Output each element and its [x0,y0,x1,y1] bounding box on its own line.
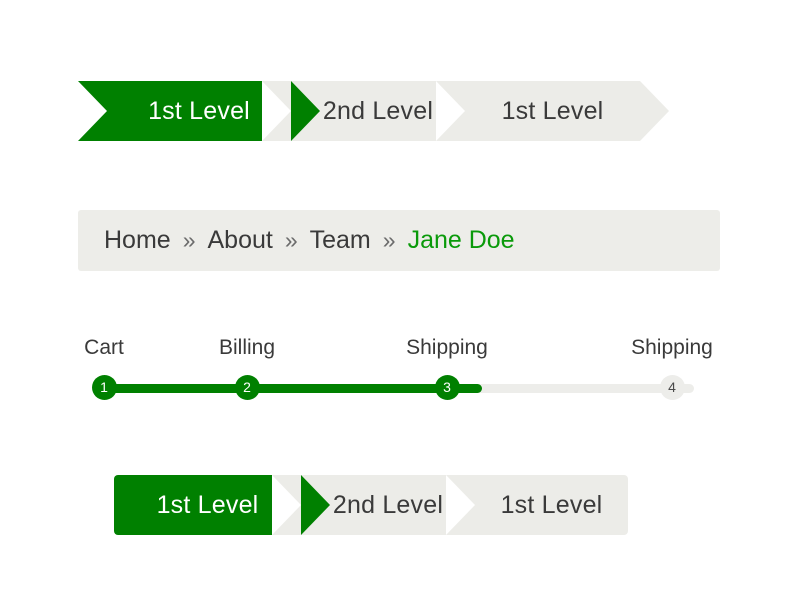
arrow-step-top-3-label: 1st Level [502,97,604,126]
breadcrumb-item-about[interactable]: About [207,226,272,255]
breadcrumb: Home » About » Team » Jane Doe [78,210,720,271]
breadcrumb-item-current: Jane Doe [408,226,515,255]
stepper-step-4-number: 4 [660,375,685,400]
breadcrumb-separator-icon: » [383,227,396,254]
stepper-step-2-number: 2 [235,375,260,400]
arrow-breadcrumb-top: 1st Level 2nd Level 1st Level [78,81,640,141]
arrow-step-bottom-1-label: 1st Level [157,491,259,520]
arrow-step-top-2-label: 2nd Level [323,97,433,126]
progress-stepper: Cart 1 Billing 2 Shipping 3 Shipping 4 [78,336,720,412]
arrow-step-top-1-label: 1st Level [148,97,250,126]
stepper-step-4-label: Shipping [612,336,732,360]
breadcrumb-separator-icon: » [285,227,298,254]
breadcrumb-item-team[interactable]: Team [310,226,371,255]
arrow-breadcrumb-bottom: 1st Level 2nd Level 1st Level [114,475,628,535]
stepper-step-1-label: Cart [44,336,164,360]
stepper-step-3[interactable]: Shipping 3 [387,336,507,400]
stepper-step-2-label: Billing [187,336,307,360]
stepper-step-1-number: 1 [92,375,117,400]
stepper-step-2[interactable]: Billing 2 [187,336,307,400]
stepper-step-3-number: 3 [435,375,460,400]
arrow-step-bottom-2-label: 2nd Level [333,491,443,520]
breadcrumb-item-home[interactable]: Home [104,226,171,255]
stepper-step-4[interactable]: Shipping 4 [612,336,732,400]
arrow-step-top-1[interactable]: 1st Level [78,81,291,141]
breadcrumb-separator-icon: » [183,227,196,254]
arrow-step-bottom-3[interactable]: 1st Level [446,475,628,535]
stepper-step-1[interactable]: Cart 1 [44,336,164,400]
stepper-step-3-label: Shipping [387,336,507,360]
arrow-step-bottom-3-label: 1st Level [501,491,603,520]
